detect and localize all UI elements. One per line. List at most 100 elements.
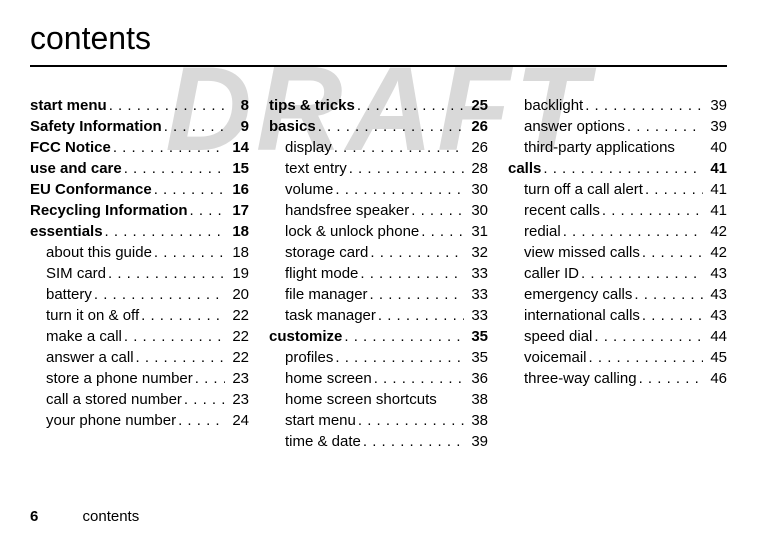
toc-entry[interactable]: handsfree speaker30 [269, 200, 488, 221]
toc-entry-label: FCC Notice [30, 137, 111, 158]
page-footer: 6 contents [30, 508, 139, 525]
toc-entry[interactable]: your phone number24 [30, 410, 249, 431]
toc-entry[interactable]: profiles35 [269, 347, 488, 368]
toc-leader-dots [178, 410, 225, 431]
toc-entry[interactable]: text entry28 [269, 158, 488, 179]
toc-entry-label: backlight [524, 95, 583, 116]
toc-entry[interactable]: lock & unlock phone31 [269, 221, 488, 242]
toc-entry[interactable]: SIM card19 [30, 263, 249, 284]
toc-leader-dots [363, 431, 464, 452]
toc-entry[interactable]: three-way calling46 [508, 368, 727, 389]
toc-leader-dots [374, 368, 464, 389]
toc-entry[interactable]: voicemail45 [508, 347, 727, 368]
toc-entry[interactable]: turn it on & off22 [30, 305, 249, 326]
toc-entry-page: 9 [227, 116, 249, 137]
toc-column-1: start menu8Safety Information9FCC Notice… [30, 95, 249, 452]
toc-entry[interactable]: tips & tricks 25 [269, 95, 488, 116]
toc-entry[interactable]: turn off a call alert41 [508, 179, 727, 200]
toc-leader-dots [411, 200, 464, 221]
toc-entry-label: make a call [46, 326, 122, 347]
toc-entry-page: 24 [227, 410, 249, 431]
toc-entry[interactable]: EU Conformance16 [30, 179, 249, 200]
toc-entry[interactable]: speed dial44 [508, 326, 727, 347]
toc-entry-page: 40 [705, 137, 727, 158]
toc-leader-dots [109, 95, 225, 116]
toc-entry[interactable]: call a stored number23 [30, 389, 249, 410]
toc-leader-dots [645, 179, 703, 200]
toc-leader-dots [124, 158, 225, 179]
toc-entry-page: 23 [227, 389, 249, 410]
toc-entry[interactable]: Safety Information 9 [30, 116, 249, 137]
toc-entry[interactable]: third-party applications40 [508, 137, 727, 158]
toc-entry-page: 43 [705, 305, 727, 326]
toc-entry-page: 41 [705, 200, 727, 221]
toc-entry[interactable]: home screen shortcuts38 [269, 389, 488, 410]
toc-entry[interactable]: recent calls41 [508, 200, 727, 221]
toc-entry[interactable]: answer a call22 [30, 347, 249, 368]
toc-entry-label: emergency calls [524, 284, 632, 305]
toc-leader-dots [370, 284, 464, 305]
toc-entry[interactable]: caller ID 43 [508, 263, 727, 284]
toc-entry[interactable]: Recycling Information17 [30, 200, 249, 221]
footer-label: contents [83, 508, 140, 525]
toc-entry[interactable]: time & date39 [269, 431, 488, 452]
toc-entry[interactable]: storage card32 [269, 242, 488, 263]
toc-leader-dots [108, 263, 225, 284]
footer-page-number: 6 [30, 508, 38, 525]
toc-leader-dots [378, 305, 464, 326]
toc-entry-label: start menu [30, 95, 107, 116]
toc-entry[interactable]: calls 41 [508, 158, 727, 179]
toc-entry[interactable]: task manager33 [269, 305, 488, 326]
toc-entry[interactable]: redial42 [508, 221, 727, 242]
toc-entry-page: 30 [466, 200, 488, 221]
toc-entry-page: 41 [705, 158, 727, 179]
toc-entry[interactable]: file manager33 [269, 284, 488, 305]
toc-entry[interactable]: store a phone number 23 [30, 368, 249, 389]
toc-leader-dots [184, 389, 225, 410]
toc-entry[interactable]: about this guide18 [30, 242, 249, 263]
toc-entry-label: Safety Information [30, 116, 162, 137]
toc-entry-label: answer a call [46, 347, 134, 368]
toc-entry[interactable]: backlight39 [508, 95, 727, 116]
toc-entry[interactable]: view missed calls42 [508, 242, 727, 263]
toc-entry-label: storage card [285, 242, 368, 263]
toc-entry-page: 41 [705, 179, 727, 200]
toc-entry-label: flight mode [285, 263, 358, 284]
toc-entry-label: SIM card [46, 263, 106, 284]
toc-entry-label: speed dial [524, 326, 592, 347]
toc-entry[interactable]: make a call22 [30, 326, 249, 347]
toc-entry[interactable]: customize35 [269, 326, 488, 347]
toc-entry-label: tips & tricks [269, 95, 355, 116]
toc-entry-page: 17 [227, 200, 249, 221]
toc-entry-label: lock & unlock phone [285, 221, 419, 242]
toc-entry[interactable]: international calls43 [508, 305, 727, 326]
toc-entry-page: 20 [227, 284, 249, 305]
toc-entry[interactable]: home screen36 [269, 368, 488, 389]
toc-entry[interactable]: battery20 [30, 284, 249, 305]
toc-entry[interactable]: use and care15 [30, 158, 249, 179]
toc-entry-label: caller ID [524, 263, 579, 284]
toc-leader-dots [344, 326, 464, 347]
toc-entry-label: home screen [285, 368, 372, 389]
toc-entry[interactable]: start menu8 [30, 95, 249, 116]
toc-leader-dots [195, 368, 225, 389]
toc-leader-dots [563, 221, 703, 242]
toc-entry-page: 45 [705, 347, 727, 368]
toc-entry[interactable]: emergency calls43 [508, 284, 727, 305]
toc-entry-page: 25 [466, 95, 488, 116]
toc-entry[interactable]: start menu38 [269, 410, 488, 431]
toc-entry[interactable]: display26 [269, 137, 488, 158]
toc-leader-dots [358, 410, 464, 431]
toc-entry[interactable]: essentials18 [30, 221, 249, 242]
toc-entry[interactable]: flight mode33 [269, 263, 488, 284]
toc-entry[interactable]: basics26 [269, 116, 488, 137]
toc-entry-page: 43 [705, 263, 727, 284]
toc-entry-label: calls [508, 158, 541, 179]
toc-entry[interactable]: FCC Notice14 [30, 137, 249, 158]
toc-entry-page: 23 [227, 368, 249, 389]
toc-entry-page: 35 [466, 326, 488, 347]
toc-entry-label: store a phone number [46, 368, 193, 389]
toc-entry[interactable]: answer options39 [508, 116, 727, 137]
toc-entry-page: 46 [705, 368, 727, 389]
toc-entry[interactable]: volume30 [269, 179, 488, 200]
